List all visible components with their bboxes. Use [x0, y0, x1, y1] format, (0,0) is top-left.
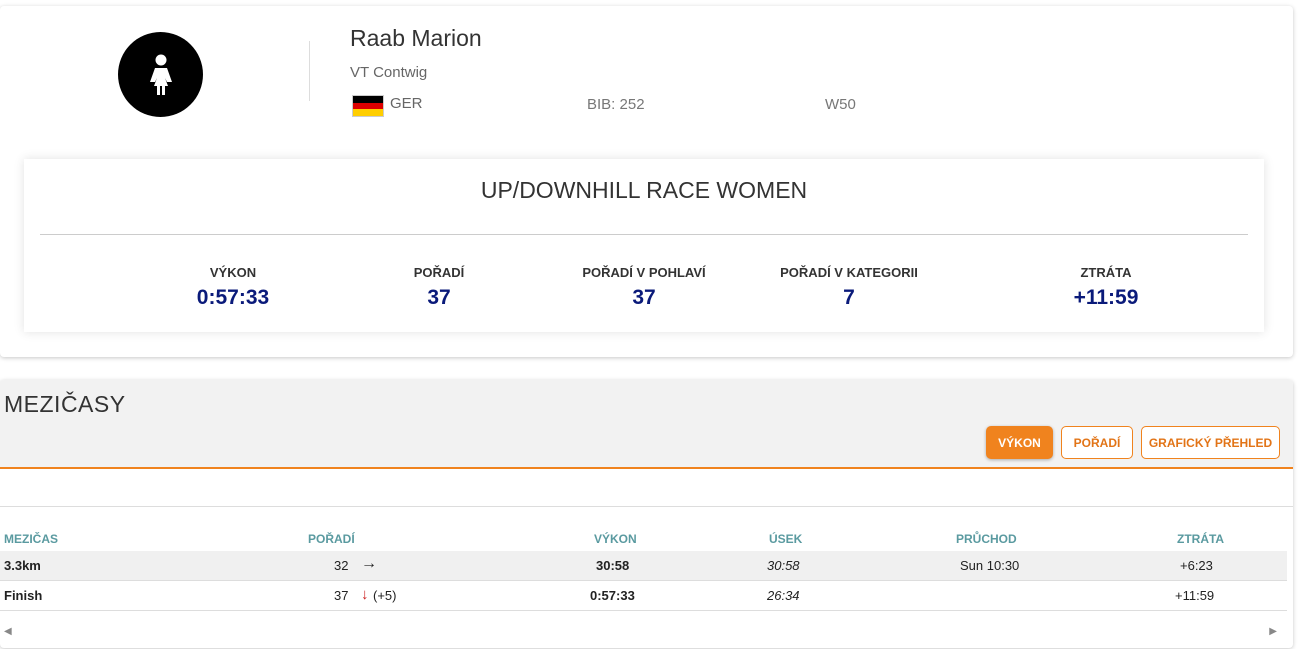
col-header-pass[interactable]: PRŮCHOD [956, 532, 1017, 546]
athlete-club: VT Contwig [350, 64, 428, 81]
splits-header: MEZIČASY VÝKON POŘADÍ GRAFICKÝ PŘEHLED [0, 380, 1293, 469]
germany-flag-icon [352, 95, 384, 117]
stat-value: 37 [632, 286, 656, 309]
split-time: 0:57:33 [590, 588, 635, 603]
stat-value: 0:57:33 [196, 286, 270, 309]
split-gap: +11:59 [1175, 588, 1215, 603]
split-rank: 37 [334, 588, 349, 603]
col-header-rank[interactable]: POŘADÍ [308, 532, 355, 546]
stat-category-rank: POŘADÍ V KATEGORII 7 [749, 265, 949, 310]
stat-label: ZTRÁTA [1080, 265, 1132, 280]
horizontal-scrollbar[interactable]: ◀ ▶ [0, 626, 1293, 640]
split-rank: 32 [334, 558, 349, 573]
stat-time: VÝKON 0:57:33 [133, 265, 333, 310]
athlete-card: Raab Marion VT Contwig GER BIB: 252 W50 … [0, 6, 1293, 357]
arrow-right-icon: → [361, 555, 377, 572]
col-header-split[interactable]: MEZIČAS [4, 532, 58, 546]
stat-rank: POŘADÍ 37 [339, 265, 539, 310]
header-divider [309, 41, 310, 101]
split-segment: 30:58 [767, 558, 800, 573]
split-gap: +6:23 [1180, 558, 1213, 573]
stat-label: POŘADÍ V KATEGORII [780, 265, 918, 280]
split-pass: Sun 10:30 [960, 558, 1020, 573]
athlete-bib: BIB: 252 [587, 96, 645, 113]
table-row[interactable]: 3.3km 32 → 30:58 30:58 Sun 10:30 +6:23 [0, 551, 1287, 581]
split-name: 3.3km [4, 558, 41, 573]
scroll-right-icon[interactable]: ▶ [1269, 626, 1277, 637]
splits-title: MEZIČASY [4, 391, 126, 417]
split-name: Finish [4, 588, 43, 603]
race-results-box: UP/DOWNHILL RACE WOMEN VÝKON 0:57:33 POŘ… [24, 159, 1264, 332]
stat-gender-rank: POŘADÍ V POHLAVÍ 37 [544, 265, 744, 310]
col-header-segment[interactable]: ÚSEK [769, 532, 802, 546]
stat-value: +11:59 [1073, 286, 1139, 309]
split-segment: 26:34 [767, 588, 800, 603]
tab-rank-button[interactable]: POŘADÍ [1061, 426, 1133, 459]
stat-gap: ZTRÁTA +11:59 [1006, 265, 1206, 310]
athlete-name: Raab Marion [350, 25, 482, 51]
stat-label: VÝKON [209, 265, 257, 280]
race-title: UP/DOWNHILL RACE WOMEN [480, 177, 808, 203]
scroll-left-icon[interactable]: ◀ [4, 626, 12, 637]
splits-panel: MEZIČASY VÝKON POŘADÍ GRAFICKÝ PŘEHLED M… [0, 380, 1293, 648]
tab-time-button[interactable]: VÝKON [986, 426, 1053, 459]
split-time: 30:58 [596, 558, 630, 573]
split-rank-change: (+5) [373, 588, 397, 603]
female-person-icon [149, 54, 172, 95]
col-header-gap[interactable]: ZTRÁTA [1177, 532, 1224, 546]
athlete-category: W50 [825, 96, 856, 113]
table-row[interactable]: Finish 37 ↓ (+5) 0:57:33 26:34 +11:59 [0, 581, 1287, 611]
athlete-country: GER [390, 95, 423, 112]
results-divider [40, 234, 1248, 235]
arrow-down-icon: ↓ [361, 586, 369, 603]
stat-value: 37 [427, 286, 451, 309]
table-top-divider [0, 506, 1293, 507]
stat-label: POŘADÍ [413, 265, 465, 280]
athlete-avatar [118, 32, 203, 117]
col-header-time[interactable]: VÝKON [594, 532, 637, 546]
stat-value: 7 [843, 286, 855, 309]
tab-graph-button[interactable]: GRAFICKÝ PŘEHLED [1141, 426, 1280, 459]
stat-label: POŘADÍ V POHLAVÍ [582, 265, 706, 280]
